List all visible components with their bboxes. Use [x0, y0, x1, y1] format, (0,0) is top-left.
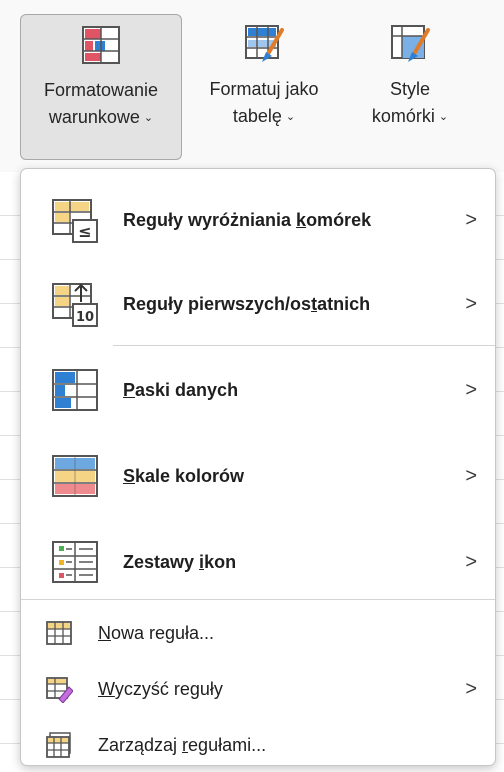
manage-rules-icon: [46, 732, 71, 758]
menu-label-new-rule: Nowa reguła...: [98, 623, 214, 644]
menu-label-data-bars: Paski danych: [123, 380, 238, 401]
ribbon-styles-group: Formatowanie warunkowe ⌄ Formatuj jako ta…: [0, 0, 504, 173]
conditional-formatting-button[interactable]: Formatowanie warunkowe ⌄: [20, 14, 182, 160]
clear-rules-icon: [46, 677, 73, 703]
label-part: aski danych: [135, 379, 239, 400]
submenu-arrow-icon: >: [465, 208, 477, 231]
menu-item-icon-sets[interactable]: Zestawy ikon >: [21, 519, 495, 605]
chevron-down-icon: ⌄: [438, 111, 449, 123]
icon-sets-icon: [52, 541, 98, 583]
menu-item-manage-rules[interactable]: Zarządzaj regułami...: [21, 717, 495, 765]
menu-separator: [113, 345, 495, 346]
label-part: atnich: [317, 293, 371, 314]
menu-item-highlight-cells-rules[interactable]: ≤ Reguły wyróżniania komórek >: [21, 177, 495, 263]
label-part: Zestawy: [123, 551, 200, 572]
submenu-arrow-icon: >: [465, 378, 477, 401]
menu-label-clear-rules: Wyczyść reguły: [98, 679, 223, 700]
cell-styles-line1: Style: [389, 79, 431, 99]
top-bottom-badge: 10: [76, 310, 94, 325]
cell-styles-line2: komórki: [371, 106, 435, 126]
label-part: Zarządzaj: [98, 734, 183, 755]
menu-item-data-bars[interactable]: Paski danych >: [21, 347, 495, 433]
chevron-down-icon: ⌄: [143, 112, 154, 124]
format-as-table-line1: Formatuj jako: [209, 79, 319, 99]
menu-label-top-bottom-rules: Reguły pierwszych/ostatnich: [123, 294, 370, 315]
top-bottom-rules-icon: 10: [52, 283, 98, 327]
submenu-arrow-icon: >: [465, 677, 477, 700]
label-part: Reguły wyróżniania: [123, 209, 297, 230]
access-key: N: [98, 622, 111, 643]
label-part: omórek: [306, 209, 372, 230]
access-key: W: [98, 678, 115, 699]
conditional-formatting-line1: Formatowanie: [43, 80, 159, 100]
highlight-rules-badge: ≤: [78, 222, 91, 241]
label-part: kale kolorów: [135, 465, 245, 486]
submenu-arrow-icon: >: [465, 464, 477, 487]
format-as-table-line2: tabelę: [232, 106, 282, 126]
menu-item-color-scales[interactable]: Skale kolorów >: [21, 433, 495, 519]
format-as-table-button[interactable]: Formatuj jako tabelę ⌄: [186, 14, 342, 160]
menu-item-top-bottom-rules[interactable]: 10 Reguły pierwszych/ostatnich >: [21, 261, 495, 347]
access-key: P: [123, 379, 136, 400]
color-scales-icon: [52, 455, 98, 497]
menu-label-highlight-cells-rules: Reguły wyróżniania komórek: [123, 210, 371, 231]
label-part: yczyść reguły: [114, 678, 223, 699]
cell-styles-button[interactable]: Style komórki ⌄: [346, 14, 474, 160]
new-rule-icon: [46, 621, 72, 645]
data-bars-icon: [52, 369, 98, 411]
submenu-arrow-icon: >: [465, 550, 477, 573]
menu-label-manage-rules: Zarządzaj regułami...: [98, 735, 266, 756]
conditional-formatting-menu: ≤ Reguły wyróżniania komórek > 10 Reguły…: [20, 168, 496, 766]
format-as-table-icon: [245, 25, 284, 62]
menu-label-color-scales: Skale kolorów: [123, 466, 244, 487]
label-part: Reguły pierwszych/os: [123, 293, 312, 314]
menu-item-new-rule[interactable]: Nowa reguła...: [21, 605, 495, 661]
label-part: owa reguła...: [111, 622, 215, 643]
cell-styles-icon: [391, 25, 430, 62]
access-key: S: [123, 465, 136, 486]
label-part: kon: [204, 551, 237, 572]
access-key: k: [296, 209, 307, 230]
submenu-arrow-icon: >: [465, 292, 477, 315]
menu-item-clear-rules[interactable]: Wyczyść reguły >: [21, 661, 495, 717]
highlight-cells-rules-icon: ≤: [52, 199, 98, 243]
chevron-down-icon: ⌄: [285, 111, 296, 123]
conditional-formatting-line2: warunkowe: [48, 107, 140, 127]
label-part: egułami...: [188, 734, 267, 755]
conditional-formatting-icon: [82, 26, 120, 64]
menu-separator: [21, 599, 495, 600]
menu-label-icon-sets: Zestawy ikon: [123, 552, 236, 573]
